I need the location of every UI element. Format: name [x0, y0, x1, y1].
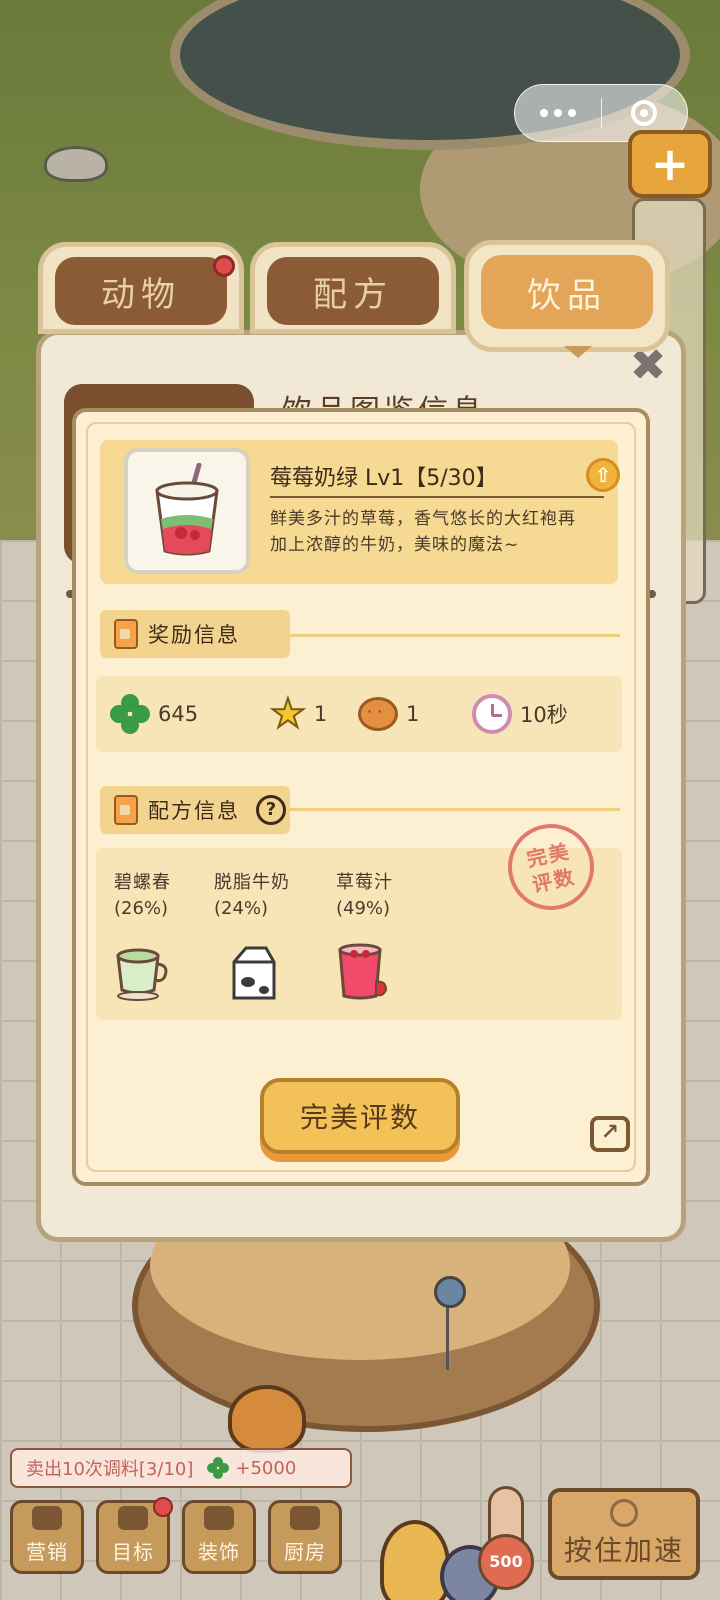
reward-cookie: 1	[358, 690, 419, 738]
tab-animals[interactable]: 动物	[38, 242, 244, 334]
section-title: 配方信息	[148, 799, 240, 823]
clover-icon	[207, 1457, 230, 1479]
perfect-score-button[interactable]: 完美评数	[260, 1078, 460, 1154]
ingredient: 脱脂牛奶 (24%)	[214, 868, 304, 919]
target-icon	[118, 1506, 148, 1530]
reward-time: 10秒	[472, 690, 568, 738]
reward-value: 645	[158, 702, 199, 726]
section-title: 奖励信息	[148, 623, 240, 647]
quest-reward: +5000	[235, 1457, 297, 1479]
section-divider	[290, 808, 620, 811]
button-label: 目标	[112, 1540, 154, 1564]
notification-badge	[153, 1497, 173, 1517]
goals-button[interactable]: 目标	[96, 1497, 173, 1574]
microphone-icon	[434, 1276, 466, 1308]
fast-forward-icon	[610, 1499, 638, 1527]
cookie-icon	[358, 697, 398, 731]
cat-character[interactable]	[228, 1385, 306, 1453]
drink-name: 莓莓奶绿 Lv1【5/30】	[270, 466, 498, 491]
share-icon[interactable]: ↗	[590, 1116, 630, 1152]
rock	[44, 146, 108, 182]
reward-clover: 645	[110, 690, 198, 738]
milk-carton-icon	[232, 946, 276, 1000]
clipboard-icon	[114, 619, 138, 649]
ingredient: 碧螺春 (26%)	[114, 868, 204, 919]
decor-button[interactable]: 装饰	[182, 1500, 256, 1574]
leopard-character[interactable]	[380, 1520, 450, 1600]
tab-recipes[interactable]: 配方	[250, 242, 456, 334]
ingredient: 草莓汁 (49%)	[336, 868, 426, 919]
name-divider	[270, 496, 604, 498]
clipboard-icon	[114, 795, 138, 825]
tab-drinks[interactable]: 饮品	[464, 240, 670, 352]
help-icon[interactable]: ?	[256, 795, 286, 825]
teapot-icon	[290, 1506, 320, 1530]
tea-cup-icon	[116, 948, 168, 1001]
clock-icon	[472, 694, 512, 734]
button-label: 厨房	[284, 1540, 326, 1564]
drink-thumbnail	[124, 448, 250, 574]
reward-value: 1	[406, 702, 420, 726]
strawberry-milk-tea-icon	[155, 463, 219, 556]
tab-indicator-icon	[564, 346, 592, 358]
section-divider	[290, 634, 620, 637]
drink-description: 鲜美多汁的草莓，香气悠长的大红袍再加上浓醇的牛奶，美味的魔法~	[270, 509, 576, 555]
quest-text: 卖出10次调料[3/10]	[26, 1459, 194, 1480]
reward-value: 10秒	[520, 703, 568, 727]
speed-up-button[interactable]: 按住加速	[548, 1488, 700, 1580]
tab-label: 配方	[267, 257, 439, 325]
reward-section-header: 奖励信息	[100, 610, 290, 658]
quest-bar[interactable]: 卖出10次调料[3/10] +5000	[10, 1448, 352, 1488]
tab-label: 饮品	[481, 255, 653, 329]
strawberry-juice-icon	[338, 943, 388, 1000]
more-menu-button[interactable]	[515, 85, 601, 141]
upgrade-icon[interactable]: ⇧	[586, 458, 620, 492]
marketing-button[interactable]: 营销	[10, 1500, 84, 1574]
megaphone-icon	[32, 1506, 62, 1530]
plus-button[interactable]: +	[628, 130, 712, 198]
target-icon	[631, 100, 658, 126]
ingredient-name: 脱脂牛奶	[214, 872, 290, 893]
ingredient-percent: (24%)	[214, 898, 269, 919]
ingredient-percent: (26%)	[114, 898, 169, 919]
star-icon: ★	[269, 691, 307, 737]
notification-badge	[213, 255, 235, 277]
button-label: 装饰	[198, 1540, 240, 1564]
paint-roller-icon	[204, 1506, 234, 1530]
clover-icon	[110, 694, 150, 734]
ingredient-percent: (49%)	[336, 898, 391, 919]
ingredient-name: 草莓汁	[336, 872, 393, 893]
button-label: 营销	[26, 1540, 68, 1564]
kitchen-button[interactable]: 厨房	[268, 1500, 342, 1574]
temperature-value: 500	[478, 1534, 534, 1590]
ingredient-name: 碧螺春	[114, 872, 171, 893]
button-label: 按住加速	[563, 1534, 684, 1567]
reward-star: ★ 1	[269, 690, 328, 738]
close-icon[interactable]: ✖	[628, 344, 668, 388]
reward-value: 1	[313, 702, 328, 726]
tab-label: 动物	[55, 257, 227, 325]
